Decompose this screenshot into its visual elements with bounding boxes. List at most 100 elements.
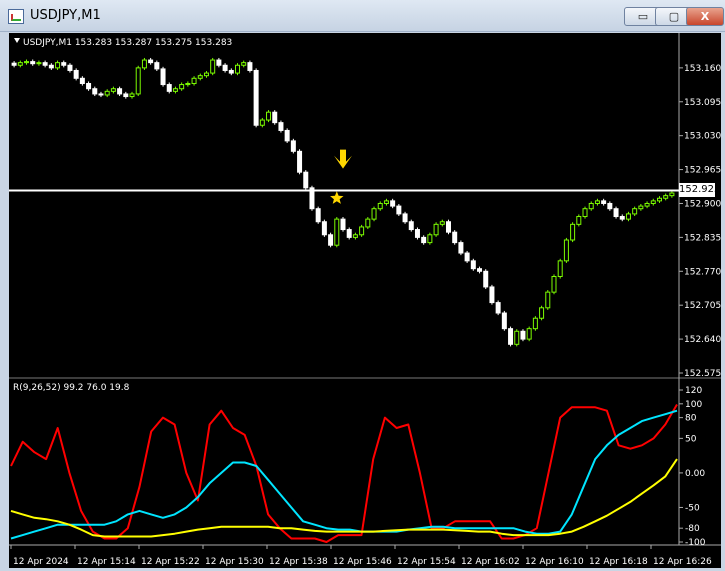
candlestick (452, 230, 458, 245)
candle-body (154, 62, 160, 70)
candlestick (588, 201, 594, 211)
candle-body (73, 69, 79, 79)
title-bar[interactable]: USDJPY,M1 ▭ ▢ X (0, 0, 725, 32)
candle-body (402, 213, 408, 223)
time-tick-label: 12 Apr 15:38 (269, 557, 328, 567)
candlestick (104, 89, 110, 98)
candle-body (272, 111, 278, 124)
candlestick (48, 63, 54, 70)
candle-body (42, 62, 48, 66)
price-chart[interactable]: USDJPY,M1 153.283 153.287 153.275 153.28… (9, 33, 721, 568)
candle-body (297, 150, 303, 173)
indicator-tick-label: 0.00 (685, 469, 705, 479)
candlestick (619, 214, 625, 222)
candlestick (166, 82, 172, 94)
time-tick-label: 12 Apr 16:26 (653, 557, 712, 567)
candle-body (545, 291, 551, 309)
candlestick (576, 214, 582, 227)
candle-body (458, 242, 464, 254)
candlestick (489, 284, 495, 305)
candlestick (526, 326, 532, 342)
candle-body (278, 122, 284, 131)
candle-body (185, 83, 191, 86)
time-tick-label: 12 Apr 15:54 (397, 557, 456, 567)
candlestick (98, 91, 104, 98)
candle-body (514, 330, 520, 345)
candle-body (210, 59, 216, 74)
candle-body (464, 252, 470, 262)
candlestick (470, 258, 476, 271)
candlestick (191, 76, 197, 86)
price-tick-label: 152.965 (684, 166, 721, 176)
candle-body (253, 69, 259, 126)
candlestick (625, 211, 631, 222)
candle-body (259, 119, 265, 126)
chart-area[interactable]: USDJPY,M1 153.283 153.287 153.275 153.28… (9, 33, 721, 568)
candlestick (185, 81, 191, 87)
candle-body (67, 64, 73, 71)
candlestick (160, 66, 166, 87)
candlestick (315, 206, 321, 224)
candle-body (638, 205, 644, 210)
candlestick (408, 219, 414, 232)
candlestick (539, 305, 545, 321)
candle-body (359, 226, 365, 236)
time-tick-label: 12 Apr 15:30 (205, 557, 264, 567)
candlestick (303, 170, 309, 190)
dropdown-icon[interactable] (14, 38, 20, 43)
candle-body (17, 62, 23, 66)
candlestick (421, 235, 427, 245)
candlestick (359, 224, 365, 237)
candle-body (489, 286, 495, 304)
price-tick-label: 152.640 (684, 335, 721, 345)
candle-body (501, 312, 507, 330)
candle-body (172, 88, 178, 92)
candle-body (526, 328, 532, 340)
signal-star-icon (330, 191, 344, 204)
candlestick (259, 117, 265, 128)
candlestick (650, 198, 656, 206)
candle-body (284, 129, 290, 142)
candle-body (439, 221, 445, 225)
candlestick (154, 60, 160, 71)
candle-body (390, 200, 396, 207)
candlestick (247, 60, 253, 73)
candle-body (321, 221, 327, 236)
candle-body (414, 229, 420, 238)
candle-body (340, 218, 346, 231)
candlestick (563, 237, 569, 263)
candlestick (17, 60, 23, 68)
time-tick-label: 12 Apr 15:22 (141, 557, 200, 567)
candlestick (582, 206, 588, 219)
candle-body (98, 93, 104, 96)
price-tick-label: 153.095 (684, 98, 721, 108)
candlestick (290, 138, 296, 154)
candle-body (235, 64, 241, 74)
candlestick (216, 57, 222, 68)
indicator-tick-label: -80 (685, 524, 700, 534)
candlestick (656, 196, 662, 203)
candle-body (508, 328, 514, 345)
time-tick-label: 12 Apr 15:14 (77, 557, 136, 567)
candlestick (73, 68, 79, 81)
candlestick (439, 219, 445, 227)
candle-body (352, 234, 358, 238)
candle-body (632, 208, 638, 215)
candlestick (172, 86, 178, 94)
indicator-series-line-2 (10, 409, 678, 540)
candle-body (228, 69, 234, 74)
candle-body (30, 61, 36, 65)
indicator-tick-label: 120 (685, 386, 702, 396)
candle-body (290, 140, 296, 152)
candlestick (458, 240, 464, 256)
candle-body (520, 330, 526, 340)
candle-body (110, 88, 116, 92)
close-button[interactable]: X (686, 7, 724, 26)
candle-body (104, 90, 110, 96)
indicator-series-line-1 (10, 403, 678, 543)
candle-body (160, 68, 166, 86)
candlestick (334, 217, 340, 248)
chart-app-icon (8, 9, 24, 24)
candlestick (427, 232, 433, 245)
candlestick (123, 91, 129, 99)
